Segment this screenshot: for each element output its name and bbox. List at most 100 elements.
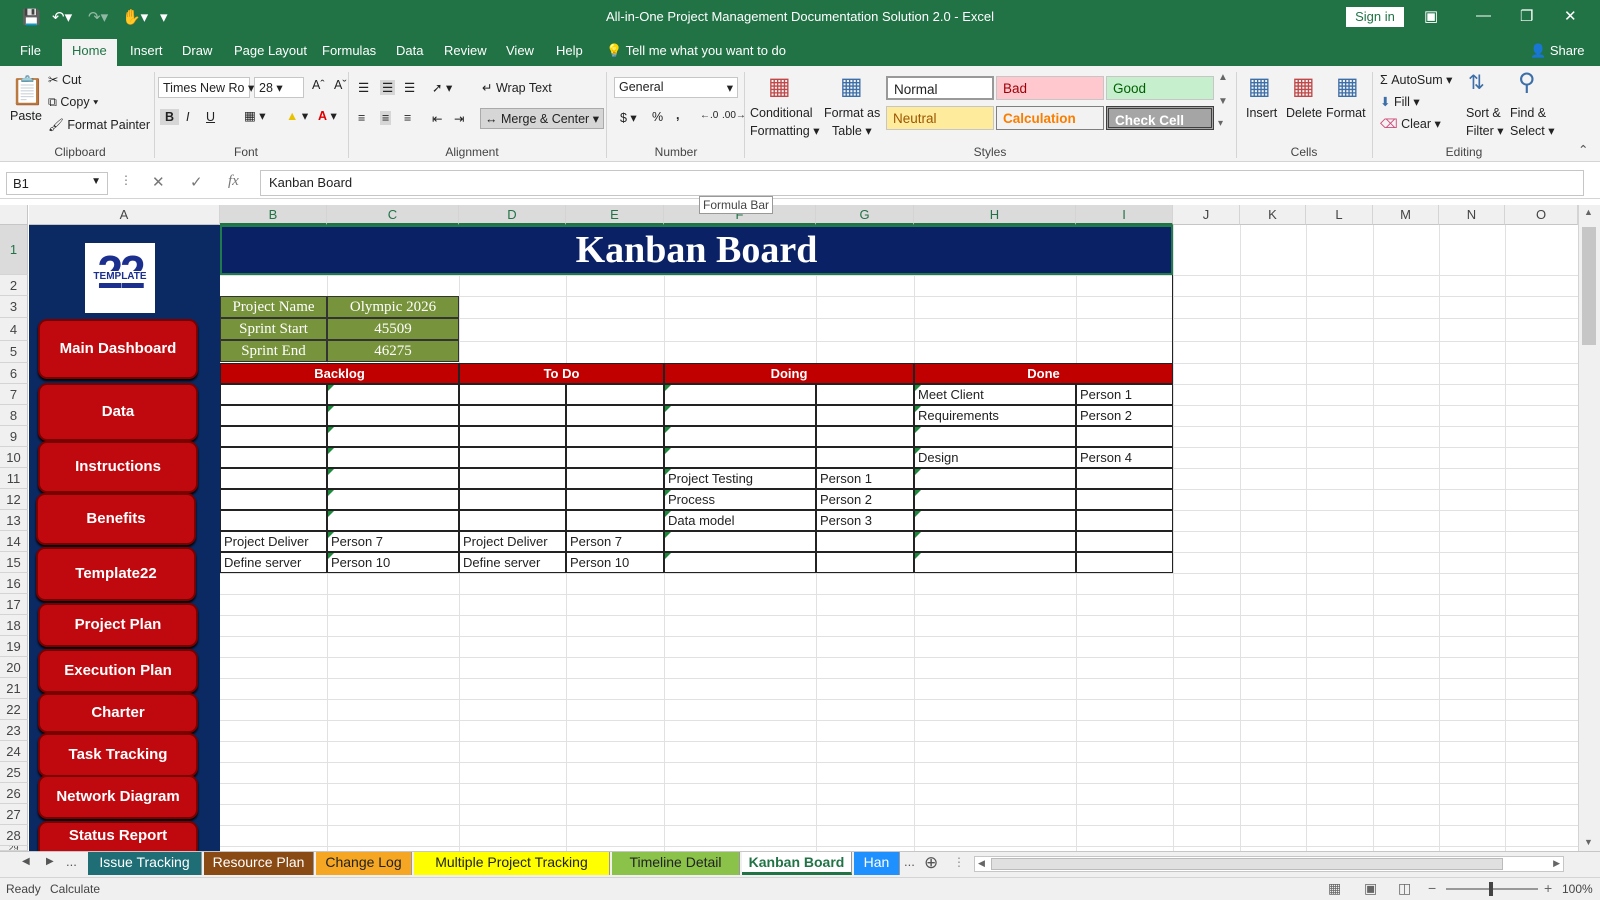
kanban-cell[interactable] [327,426,459,447]
align-top-icon[interactable]: ☰ [358,80,369,95]
kanban-cell[interactable] [459,510,566,531]
nav-benefits[interactable]: Benefits [36,493,196,545]
sort-filter-button[interactable]: Sort & [1466,106,1501,120]
kanban-cell[interactable] [1076,468,1173,489]
row-header[interactable]: 7 [0,384,28,405]
kanban-cell[interactable]: Requirements [914,405,1076,426]
sheet-tab-multiple-project-tracking[interactable]: Multiple Project Tracking [414,852,610,875]
share-button[interactable]: 👤 Share [1530,43,1585,59]
column-header-l[interactable]: L [1306,205,1373,225]
project-name-value[interactable]: Olympic 2026 [327,296,459,318]
copy-button[interactable]: ⧉ Copy ▾ [48,95,98,110]
kanban-cell[interactable]: Person 10 [327,552,459,573]
kanban-cell[interactable] [816,405,914,426]
kanban-cell[interactable]: Person 3 [816,510,914,531]
align-left-icon[interactable]: ≡ [358,111,365,125]
add-sheet-icon[interactable]: ⊕ [924,853,938,873]
row-header[interactable]: 3 [0,296,28,318]
row-header[interactable]: 5 [0,341,28,363]
kanban-cell[interactable] [459,426,566,447]
tab-data[interactable]: Data [396,43,423,58]
normal-view-icon[interactable]: ▦ [1328,880,1341,897]
horizontal-scrollbar[interactable]: ◀ ▶ [974,856,1564,872]
paste-icon[interactable]: 📋 [10,74,45,107]
format-as-table-icon[interactable]: ▦ [840,72,863,101]
column-header-o[interactable]: O [1505,205,1578,225]
row-header[interactable]: 17 [0,594,28,615]
sprint-start-label[interactable]: Sprint Start [220,318,327,340]
sheet-tab-han[interactable]: Han [854,852,900,875]
row-header[interactable]: 22 [0,699,28,720]
kanban-cell[interactable] [327,447,459,468]
kanban-cell[interactable] [220,405,327,426]
column-header-d[interactable]: D [459,205,566,225]
align-middle-icon[interactable]: ☰ [380,80,396,95]
row-header[interactable]: 9 [0,426,28,447]
align-bottom-icon[interactable]: ☰ [404,80,415,95]
more-sheets-right[interactable]: ... [904,854,915,869]
orientation-icon[interactable]: ➚ ▾ [432,80,452,95]
row-header[interactable]: 15 [0,552,28,573]
kanban-cell[interactable]: Meet Client [914,384,1076,405]
formula-input[interactable]: Kanban Board [260,170,1584,196]
italic-button[interactable]: I [186,110,189,124]
kanban-cell[interactable] [566,426,664,447]
kanban-cell[interactable] [664,552,816,573]
increase-font-icon[interactable]: Aˆ [312,78,325,92]
kanban-cell[interactable] [459,447,566,468]
increase-decimal-icon[interactable]: ←.0 [700,110,718,121]
bold-button[interactable]: B [160,109,180,125]
select-all-corner[interactable] [0,205,28,225]
sheet-tab-issue-tracking[interactable]: Issue Tracking [88,852,202,875]
merge-center-button[interactable]: ↔ Merge & Center ▾ [480,108,604,129]
autosum-button[interactable]: Σ AutoSum ▾ [1380,72,1452,87]
styles-scroll-down-icon[interactable]: ▼ [1218,96,1228,107]
sheet-tab-timeline-detail[interactable]: Timeline Detail [612,852,740,875]
nav-status-report[interactable]: Status Report [38,821,198,851]
align-right-icon[interactable]: ≡ [404,111,411,125]
row-header[interactable]: 26 [0,783,28,804]
row-header[interactable]: 24 [0,741,28,762]
kanban-cell[interactable] [220,468,327,489]
format-as-table-button[interactable]: Format as [824,106,880,120]
column-header-g[interactable]: G [816,205,914,225]
tab-home[interactable]: Home [62,39,117,66]
kanban-cell[interactable] [220,384,327,405]
kanban-cell[interactable] [566,447,664,468]
row-header[interactable]: 13 [0,510,28,531]
number-format-dropdown[interactable]: General ▾ [614,77,738,98]
percent-button[interactable]: % [652,110,663,124]
column-header-m[interactable]: M [1373,205,1439,225]
scroll-left-icon[interactable]: ◀ [978,858,985,869]
font-name-dropdown[interactable]: Times New Ro ▾ [158,77,254,98]
kanban-cell[interactable]: Person 1 [816,468,914,489]
styles-scroll-up-icon[interactable]: ▲ [1218,72,1228,83]
kanban-cell[interactable] [1076,552,1173,573]
kanban-cell[interactable]: Person 7 [327,531,459,552]
column-header-a[interactable]: A [29,205,220,225]
underline-button[interactable]: U [206,110,215,124]
row-header[interactable]: 23 [0,720,28,741]
kanban-cell[interactable] [566,405,664,426]
zoom-slider-thumb[interactable] [1489,882,1493,896]
zoom-level[interactable]: 100% [1562,882,1593,896]
nav-execution-plan[interactable]: Execution Plan [38,649,198,693]
kanban-cell[interactable] [459,405,566,426]
kanban-column-done[interactable]: Done [914,363,1173,384]
delete-cells-icon[interactable]: ▦ [1292,72,1315,101]
kanban-cell[interactable] [1076,510,1173,531]
kanban-cell[interactable] [914,489,1076,510]
sprint-end-label[interactable]: Sprint End [220,340,327,362]
kanban-cell[interactable] [664,447,816,468]
zoom-out-icon[interactable]: − [1428,880,1436,896]
kanban-cell[interactable]: Design [914,447,1076,468]
tab-insert[interactable]: Insert [130,43,163,58]
tab-splitter-icon[interactable]: ⋮ [953,855,965,869]
kanban-cell[interactable] [664,426,816,447]
tab-page-layout[interactable]: Page Layout [234,43,307,58]
tab-formulas[interactable]: Formulas [322,43,376,58]
kanban-cell[interactable]: Data model [664,510,816,531]
font-size-dropdown[interactable]: 28 ▾ [254,77,304,98]
scroll-down-icon[interactable]: ▼ [1584,837,1593,847]
scroll-right-icon[interactable]: ▶ [1553,858,1560,869]
